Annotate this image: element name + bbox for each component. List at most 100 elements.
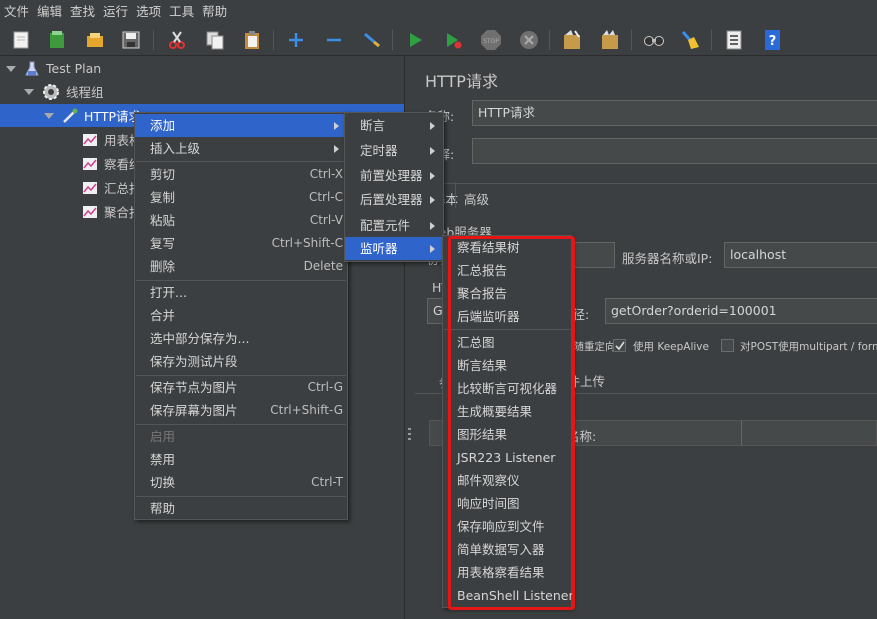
menu-item-save-node-image[interactable]: 保存节点为图片 Ctrl-G [135, 376, 347, 399]
pipette-icon [63, 108, 78, 123]
svg-text:?: ? [769, 34, 777, 49]
listener-beanshell[interactable]: BeanShell Listener [443, 584, 574, 607]
multipart-label: 对POST使用multipart / form-data [740, 341, 877, 353]
menu-item-toggle[interactable]: 切换 Ctrl-T [135, 471, 347, 494]
svg-text:STOP: STOP [483, 38, 499, 45]
submenu-arrow-icon [334, 122, 339, 130]
keepalive-checkbox[interactable] [613, 339, 626, 352]
tree-node-label: Test Plan [46, 61, 102, 76]
submenu-item-timers[interactable]: 定时器 [345, 139, 443, 162]
listener-assertion-results[interactable]: 断言结果 [443, 354, 571, 377]
expand-arrow-icon[interactable] [44, 112, 54, 119]
listener-icon [83, 181, 97, 194]
name-field[interactable]: HTTP请求 [472, 100, 877, 126]
menubar: 文件 编辑 查找 运行 选项 工具 帮助 [0, 0, 877, 24]
help-icon[interactable]: ? [759, 27, 785, 53]
toolbar: STOP ? [0, 24, 877, 56]
search-icon[interactable] [641, 27, 667, 53]
menu-item-delete[interactable]: 删除 Delete [135, 255, 347, 278]
add-submenu: 断言 定时器 前置处理器 后置处理器 配置元件 监听器 [344, 112, 444, 262]
cut-icon[interactable] [164, 27, 190, 53]
stop-icon[interactable]: STOP [478, 27, 504, 53]
menu-item-help[interactable]: 帮助 [135, 497, 347, 520]
clear-all-icon[interactable] [597, 27, 623, 53]
listener-aggregate-graph[interactable]: 汇总图 [443, 331, 571, 354]
listener-comparison-assertion-visualizer[interactable]: 比较断言可视化器 [443, 377, 571, 400]
listener-submenu: 察看结果树 汇总报告 聚合报告 后端监听器 汇总图 断言结果 比较断言可视化器 … [442, 235, 574, 608]
listener-icon [83, 133, 97, 146]
listener-view-results-tree[interactable]: 察看结果树 [443, 236, 571, 259]
listener-simple-data-writer[interactable]: 简单数据写入器 [443, 538, 571, 561]
submenu-item-listeners[interactable]: 监听器 [345, 237, 443, 260]
submenu-arrow-icon [430, 222, 435, 230]
start-icon[interactable] [402, 27, 428, 53]
copy-icon[interactable] [202, 27, 228, 53]
menu-help[interactable]: 帮助 [198, 0, 231, 24]
menu-item-copy[interactable]: 复制 Ctrl-C [135, 186, 347, 209]
tree-node-thread-group[interactable]: 线程组 [24, 80, 104, 103]
templates-icon[interactable] [44, 27, 70, 53]
menu-edit[interactable]: 编辑 [33, 0, 66, 24]
tab-divider [425, 183, 877, 184]
menu-item-save-fragment[interactable]: 保存为测试片段 [135, 350, 347, 373]
collapse-icon[interactable] [321, 27, 347, 53]
menu-item-merge[interactable]: 合并 [135, 304, 347, 327]
listener-response-time-graph[interactable]: 响应时间图 [443, 492, 571, 515]
menu-item-save-screen-image[interactable]: 保存屏幕为图片 Ctrl+Shift-G [135, 399, 347, 422]
multipart-checkbox[interactable] [721, 339, 734, 352]
server-field[interactable]: localhost [724, 242, 877, 268]
paste-icon[interactable] [239, 27, 265, 53]
listener-generate-summary-results[interactable]: 生成概要结果 [443, 400, 571, 423]
keepalive-label: 使用 KeepAlive [633, 341, 709, 353]
submenu-arrow-icon [430, 147, 435, 155]
clear-icon[interactable] [559, 27, 585, 53]
shutdown-icon[interactable] [516, 27, 542, 53]
menu-item-duplicate[interactable]: 复写 Ctrl+Shift-C [135, 232, 347, 255]
start-no-pause-icon[interactable] [440, 27, 466, 53]
listener-jsr223[interactable]: JSR223 Listener [443, 446, 571, 469]
comment-field[interactable] [472, 138, 877, 164]
listener-backend-listener[interactable]: 后端监听器 [443, 305, 571, 328]
menu-item-insert-parent[interactable]: 插入上级 [135, 137, 347, 160]
listener-save-responses[interactable]: 保存响应到文件 [443, 515, 571, 538]
listener-mailer-visualizer[interactable]: 邮件观察仪 [443, 469, 571, 492]
function-helper-icon[interactable] [721, 27, 747, 53]
menu-item-open[interactable]: 打开... [135, 281, 347, 304]
save-icon[interactable] [118, 27, 144, 53]
submenu-item-config-elements[interactable]: 配置元件 [345, 214, 443, 237]
menu-options[interactable]: 选项 [132, 0, 165, 24]
submenu-arrow-icon [430, 245, 435, 253]
panel-title: HTTP请求 [425, 72, 498, 91]
toggle-icon[interactable] [359, 27, 385, 53]
test-plan-icon [25, 61, 39, 75]
listener-icon [83, 157, 97, 170]
menu-tools[interactable]: 工具 [165, 0, 198, 24]
path-field[interactable]: getOrder?orderid=100001 [605, 298, 877, 324]
listener-view-results-table[interactable]: 用表格察看结果 [443, 561, 571, 584]
open-icon[interactable] [82, 27, 108, 53]
submenu-arrow-icon [430, 122, 435, 130]
menu-item-cut[interactable]: 剪切 Ctrl-X [135, 163, 347, 186]
menu-item-enable: 启用 [150, 429, 176, 444]
new-plan-icon[interactable] [8, 27, 34, 53]
menu-item-save-selection[interactable]: 选中部分保存为... [135, 327, 347, 350]
submenu-item-post-processors[interactable]: 后置处理器 [345, 188, 443, 211]
menu-run[interactable]: 运行 [99, 0, 132, 24]
menu-item-add[interactable]: 添加 [135, 114, 347, 137]
menu-item-disable[interactable]: 禁用 [135, 448, 347, 471]
listener-aggregate-report[interactable]: 聚合报告 [443, 282, 571, 305]
submenu-item-assertions[interactable]: 断言 [345, 114, 443, 137]
expand-arrow-icon[interactable] [24, 88, 34, 95]
menu-item-paste[interactable]: 粘贴 Ctrl-V [135, 209, 347, 232]
expand-arrow-icon[interactable] [6, 65, 16, 72]
listener-graph-results[interactable]: 图形结果 [443, 423, 571, 446]
splitter-grip-icon[interactable] [408, 428, 411, 442]
menu-search[interactable]: 查找 [66, 0, 99, 24]
reset-search-icon[interactable] [677, 27, 703, 53]
submenu-item-pre-processors[interactable]: 前置处理器 [345, 164, 443, 187]
menu-file[interactable]: 文件 [0, 0, 33, 24]
listener-summary-report[interactable]: 汇总报告 [443, 259, 571, 282]
tab-advanced[interactable]: 高级 [464, 189, 489, 208]
expand-icon[interactable] [283, 27, 309, 53]
tree-node-test-plan[interactable]: Test Plan [6, 57, 101, 80]
